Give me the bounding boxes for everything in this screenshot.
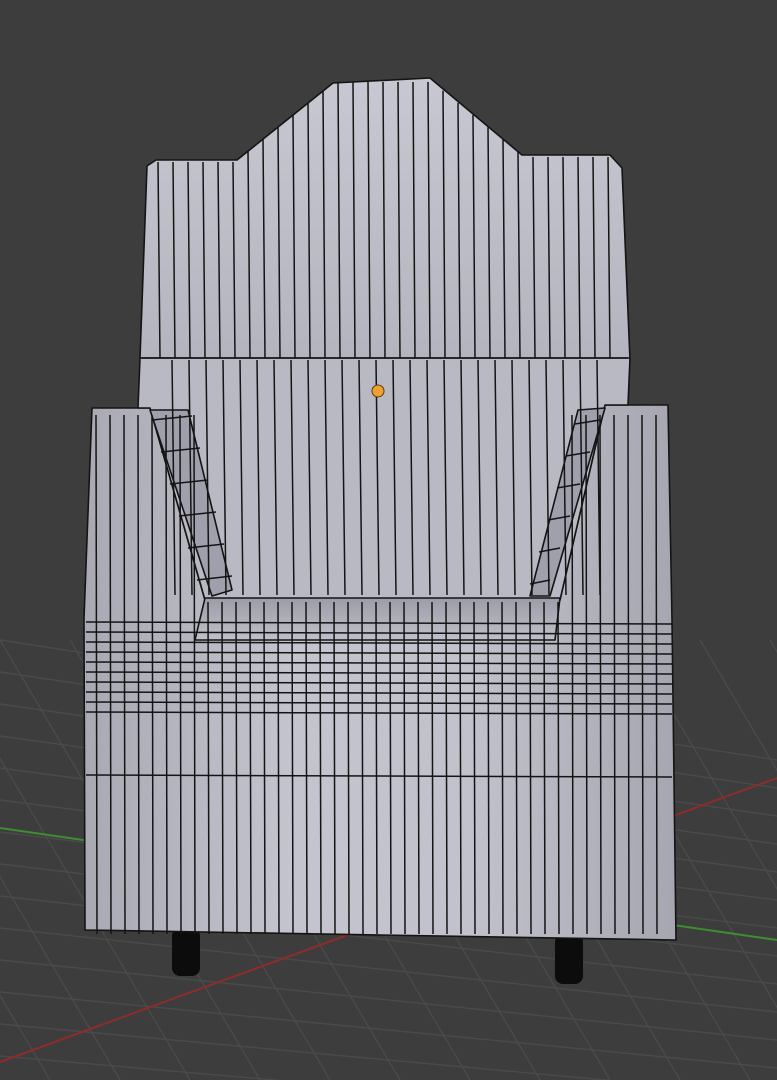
mesh-edge <box>347 601 350 935</box>
mesh-edge <box>557 601 560 935</box>
mesh-edge <box>109 414 112 935</box>
chair-leg-right <box>555 934 583 984</box>
3d-viewport[interactable] <box>0 0 777 1080</box>
mesh-edge <box>151 414 154 935</box>
mesh-edge <box>179 414 182 935</box>
viewport-canvas[interactable] <box>0 0 777 1080</box>
mesh-edge <box>585 414 588 935</box>
mesh-edge <box>459 601 462 935</box>
mesh-edge <box>389 601 392 935</box>
mesh-edge <box>291 601 294 935</box>
mesh-edge <box>305 601 308 935</box>
grid-line <box>769 639 777 654</box>
mesh-edge <box>543 601 546 935</box>
mesh-edge <box>277 601 280 935</box>
mesh-edge <box>487 601 490 935</box>
mesh-edge <box>95 414 98 935</box>
mesh-edge <box>263 601 266 935</box>
mesh-edge <box>137 414 140 935</box>
mesh-edge <box>123 414 126 935</box>
chair-leg-left <box>172 928 200 976</box>
mesh-edge <box>375 601 378 935</box>
mesh-edge <box>515 601 518 935</box>
origin-point-icon[interactable] <box>371 384 385 398</box>
mesh-edge <box>501 601 504 935</box>
mesh-edge <box>417 601 420 935</box>
grid-line <box>0 1023 612 1080</box>
mesh-edge <box>431 601 434 935</box>
mesh-edge <box>445 601 448 935</box>
mesh-edge <box>473 601 476 935</box>
grid-line <box>0 991 777 1069</box>
mesh-edge <box>529 601 532 935</box>
grid-line <box>0 994 51 1080</box>
mesh-edge <box>333 601 336 935</box>
mesh-edge <box>403 601 406 935</box>
mesh-edge <box>361 601 364 935</box>
mesh-edge <box>249 601 252 935</box>
mesh-edge <box>319 601 322 935</box>
mesh-edge <box>193 414 196 935</box>
mesh-edge <box>165 414 168 935</box>
mesh-edge <box>571 414 574 935</box>
